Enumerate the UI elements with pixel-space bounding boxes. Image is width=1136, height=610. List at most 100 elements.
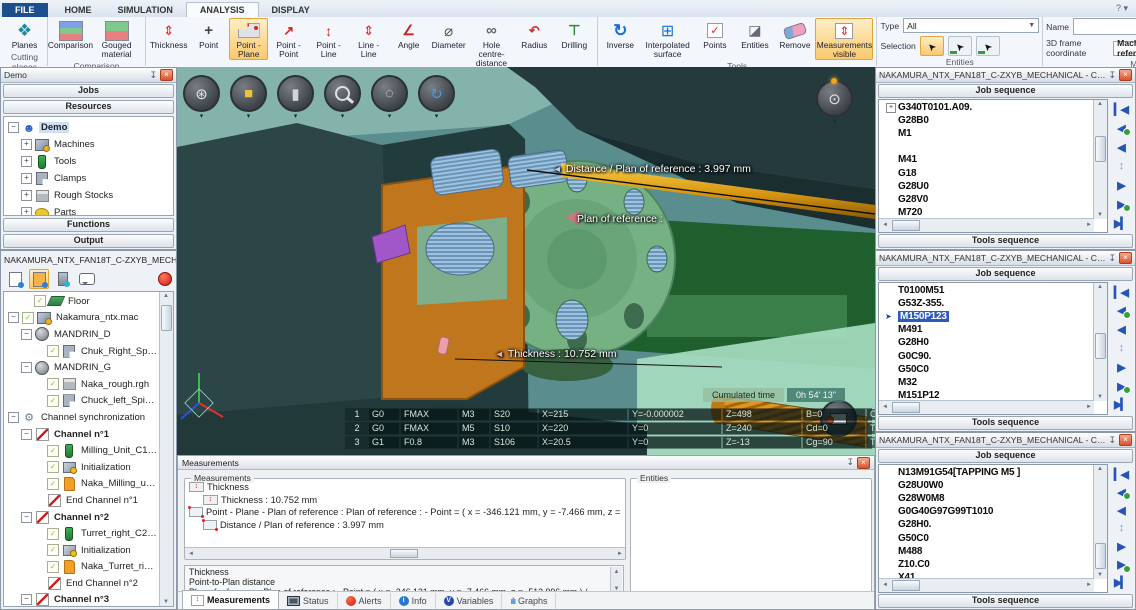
scrollbar-thumb[interactable] [390,549,418,558]
machine-item-channel-n-2[interactable]: −Channel n°2 [4,509,160,526]
run-to-breakpoint-button[interactable]: ▶ [1111,378,1131,394]
play-forward-button[interactable]: ▶ [1111,177,1131,193]
tools-sequence-header[interactable]: Tools sequence [878,234,1133,248]
expander-icon[interactable]: + [21,190,32,201]
select-single-button[interactable]: ➤ [920,36,944,56]
expander-icon[interactable]: − [21,512,32,523]
vertical-scrollbar[interactable]: ▲ ▼ [159,292,173,606]
record-icon[interactable] [158,272,172,286]
vertical-scrollbar[interactable]: ▲▼ [1093,100,1107,219]
gcode-line[interactable]: G50C0 [885,531,1094,544]
point-line-button[interactable]: ↕Point - Line [309,18,348,60]
machine-item-initialization[interactable]: ✓Initialization [4,542,160,559]
checkbox[interactable]: ✓ [22,312,34,324]
vertical-scrollbar[interactable]: ▲▼ [1093,465,1107,579]
interpolated-surface-button[interactable]: ⊞Interpolated surface [641,18,695,60]
tools-sequence-header[interactable]: Tools sequence [878,594,1133,608]
restart-button[interactable]: ◀ [1111,484,1131,500]
go-to-end-button[interactable]: ▶▎ [1111,215,1131,231]
gcode-line[interactable]: G0C90. [885,349,1094,362]
scrollbar-thumb[interactable] [1095,333,1106,359]
horizontal-scrollbar[interactable]: ◄ ► [185,547,625,559]
scroll-down-icon[interactable]: ▼ [1097,212,1103,218]
type-dropdown[interactable]: All ▼ [903,18,1039,33]
go-to-start-button[interactable]: ▎◀ [1111,466,1131,482]
gcode-line[interactable]: G0G40G97G99T1010 [885,505,1094,518]
expander-icon[interactable]: − [8,122,19,133]
restart-button[interactable]: ◀ [1111,303,1131,319]
job-sequence-header[interactable]: Job sequence [878,84,1133,98]
scrollbar-thumb[interactable] [161,305,172,331]
machine-item-channel-n-1[interactable]: −Channel n°1 [4,426,160,443]
expander-icon[interactable]: + [21,156,32,167]
name-input[interactable] [1073,18,1136,35]
vertical-scrollbar[interactable]: ▲▼ [1093,283,1107,401]
select-chain-button[interactable]: ➤ [948,36,972,56]
resource-item-rough-stocks[interactable]: +Rough Stocks [4,187,173,204]
tab-status[interactable]: Status [279,593,338,609]
close-icon[interactable]: × [160,69,173,81]
view-manipulation-icon[interactable]: ⊛ [183,75,220,112]
machine-item-chuk-right-spindle-clp[interactable]: ✓Chuk_Right_Spindle.clp [4,343,160,360]
gcode-line[interactable]: M32 [885,376,1094,389]
close-icon[interactable]: × [1119,434,1132,446]
expander-icon[interactable]: + [21,173,32,184]
frame-coordinate-dropdown[interactable]: Machine reference ▼ [1113,41,1136,56]
resource-item-clamps[interactable]: +Clamps [4,170,173,187]
job-document-button[interactable] [5,269,25,289]
measurement-item-thickness[interactable]: ↕Thickness [187,481,623,494]
scrollbar-thumb[interactable] [892,402,920,413]
point-point-button[interactable]: ↗Point - Point [269,18,308,60]
tab-alerts[interactable]: Alerts [338,593,391,609]
machine-item-mandrin-d[interactable]: −MANDRIN_D [4,326,160,343]
expander-icon[interactable]: + [21,139,32,150]
point-button[interactable]: +Point [189,18,228,51]
remove-button[interactable]: Remove [775,18,814,51]
thickness-button[interactable]: ⇕Thickness [149,18,188,51]
machine-item-mandrin-g[interactable]: −MANDRIN_G [4,359,160,376]
gcode-line[interactable] [885,140,1094,153]
machine-item-channel-synchronization[interactable]: −⚙Channel synchronization [4,409,160,426]
refresh-view-icon[interactable]: ↻ [418,75,455,112]
scroll-down-icon[interactable]: ▼ [1097,394,1103,400]
job-sequence-header[interactable]: Job sequence [878,267,1133,281]
scroll-up-icon[interactable]: ▲ [1097,466,1103,472]
detail-scrollbar[interactable]: ▲▼ [610,567,622,594]
horizontal-scrollbar[interactable]: ◄► [879,578,1094,592]
tab-variables[interactable]: VVariables [436,593,503,609]
jobs-section-header[interactable]: Jobs [3,84,174,98]
resource-item-machines[interactable]: +Machines [4,136,173,153]
comparison-button[interactable]: Comparison [51,18,90,51]
gcode-line[interactable]: T0100M51 [885,284,1094,297]
go-to-end-button[interactable]: ▶▎ [1111,575,1131,591]
resources-section-header[interactable]: Resources [3,100,174,114]
gcode-line[interactable]: ➤M150P123 [885,310,1094,323]
expander-icon[interactable]: − [21,594,32,605]
inverse-button[interactable]: ↻Inverse [601,18,640,51]
gcode-line[interactable]: M1 [885,127,1094,140]
gcode-line[interactable]: G50C0 [885,363,1094,376]
scroll-up-icon[interactable]: ▲ [163,293,169,299]
expander-icon[interactable]: − [8,412,19,423]
gcode-line[interactable]: G28H0. [885,518,1094,531]
checkbox[interactable]: ✓ [47,445,59,457]
expander-icon[interactable]: − [21,362,32,373]
play-forward-button[interactable]: ▶ [1111,539,1131,555]
horizontal-scrollbar[interactable]: ◄► [879,218,1094,232]
gcode-list[interactable]: T0100M51G53Z-355.➤M150P123M491G28H0G0C90… [878,282,1108,415]
help-icon[interactable]: ? ▾ [1116,3,1128,14]
machine-item-end-channel-n-1[interactable]: End Channel n°1 [4,492,160,509]
checkbox[interactable]: ✓ [47,461,59,473]
drilling-button[interactable]: ⊤Drilling [555,18,594,51]
scroll-left-icon[interactable]: ◄ [188,551,194,557]
checkbox[interactable]: ✓ [47,528,59,540]
tab-home[interactable]: HOME [52,3,105,17]
tab-display[interactable]: DISPLAY [259,3,323,17]
pin-icon[interactable]: ↧ [1108,436,1116,445]
scroll-up-icon[interactable]: ▲ [1097,284,1103,290]
gcode-line[interactable]: M720 [885,206,1094,219]
gcode-line[interactable]: G28H0 [885,336,1094,349]
gcode-line[interactable]: G53Z-355. [885,297,1094,310]
tab-info[interactable]: iInfo [391,593,436,609]
output-section-header[interactable]: Output [3,234,174,248]
